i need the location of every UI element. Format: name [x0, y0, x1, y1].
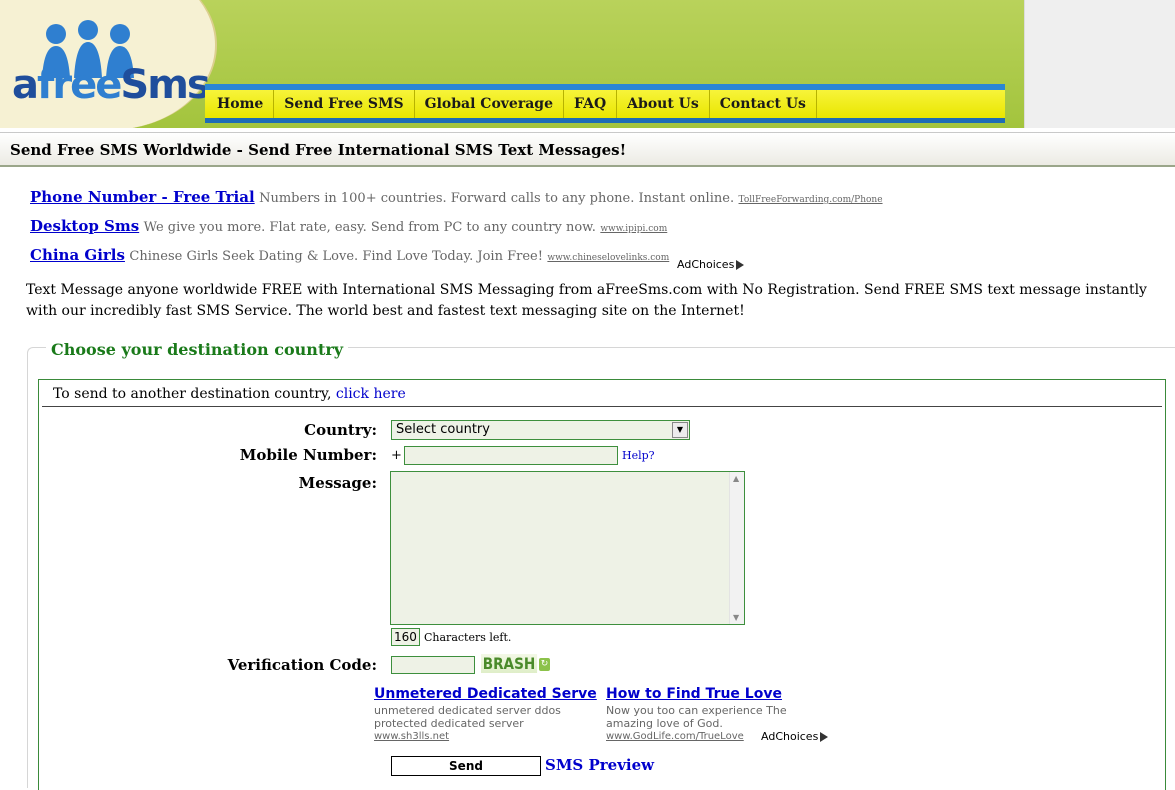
- adchoices-icon: [820, 732, 829, 742]
- country-label: Country:: [304, 421, 377, 439]
- nav-home[interactable]: Home: [205, 90, 275, 118]
- google-ad-description: unmetered dedicated server ddos protecte…: [374, 704, 561, 730]
- character-count: 160: [391, 628, 420, 646]
- ad-description: Chinese Girls Seek Dating & Love. Find L…: [129, 249, 543, 264]
- nav-send-free-sms[interactable]: Send Free SMS: [274, 90, 415, 118]
- ad-description: Numbers in 100+ countries. Forward calls…: [259, 191, 735, 206]
- help-link[interactable]: Help?: [622, 449, 655, 462]
- message-scrollbar[interactable]: ▲ ▼: [729, 472, 744, 624]
- text-ad: China Girls Chinese Girls Seek Dating & …: [30, 246, 669, 264]
- ad-title-link[interactable]: China Girls: [30, 246, 125, 264]
- nav-bottom-stripe: [205, 118, 1005, 123]
- logo-text[interactable]: afreeSms: [12, 62, 211, 108]
- ad-title-link[interactable]: Phone Number - Free Trial: [30, 188, 255, 206]
- divider: [42, 406, 1162, 407]
- refresh-captcha-icon[interactable]: ↻: [539, 658, 550, 671]
- scroll-down-icon[interactable]: ▼: [733, 613, 739, 622]
- ad-description: We give you more. Flat rate, easy. Send …: [143, 220, 596, 235]
- click-here-link[interactable]: click here: [336, 386, 406, 402]
- text-ad: Phone Number - Free Trial Numbers in 100…: [30, 188, 883, 206]
- send-button[interactable]: Send: [391, 756, 541, 776]
- header-side-panel: [1024, 0, 1175, 128]
- captcha-image: BRASH: [481, 654, 537, 673]
- dropdown-arrow-icon[interactable]: ▼: [672, 422, 688, 438]
- ad-title-link[interactable]: Desktop Sms: [30, 217, 139, 235]
- message-label: Message:: [298, 474, 377, 492]
- title-bar: Send Free SMS Worldwide - Send Free Inte…: [0, 132, 1175, 167]
- verification-code-input[interactable]: [391, 656, 475, 674]
- adchoices-label: AdChoices: [677, 258, 735, 271]
- destination-note-text: To send to another destination country,: [53, 386, 332, 402]
- google-ad-url[interactable]: www.sh3lls.net: [374, 731, 599, 742]
- intro-paragraph: Text Message anyone worldwide FREE with …: [26, 282, 1147, 319]
- verification-code-label: Verification Code:: [227, 656, 377, 674]
- text-ad: Desktop Sms We give you more. Flat rate,…: [30, 217, 667, 235]
- country-code-prefix: +: [391, 448, 402, 463]
- fieldset-legend: Choose your destination country: [46, 340, 349, 359]
- site-header: afreeSms Home Send Free SMS Global Cover…: [0, 0, 1024, 128]
- destination-note: To send to another destination country, …: [53, 386, 406, 402]
- nav-contact-us[interactable]: Contact Us: [710, 90, 817, 118]
- header-divider: [1024, 0, 1025, 128]
- ad-url-link[interactable]: www.ipipi.com: [600, 224, 667, 234]
- adchoices-link[interactable]: AdChoices: [761, 730, 829, 743]
- mobile-number-label: Mobile Number:: [239, 446, 377, 464]
- adchoices-label: AdChoices: [761, 730, 819, 743]
- adchoices-link[interactable]: AdChoices: [677, 258, 745, 271]
- google-ad: Unmetered Dedicated Serve unmetered dedi…: [374, 686, 599, 742]
- google-ad-title[interactable]: Unmetered Dedicated Serve: [374, 686, 599, 702]
- ad-url-link[interactable]: www.chineselovelinks.com: [547, 253, 669, 263]
- sms-preview-link[interactable]: SMS Preview: [545, 756, 654, 774]
- country-select[interactable]: Select country ▼: [391, 420, 690, 440]
- google-ad-description: Now you too can experience The amazing l…: [606, 704, 787, 730]
- country-select-value: Select country: [396, 422, 490, 437]
- page-title: Send Free SMS Worldwide - Send Free Inte…: [10, 141, 627, 159]
- main-navigation: Home Send Free SMS Global Coverage FAQ A…: [205, 90, 1005, 118]
- scroll-up-icon[interactable]: ▲: [733, 474, 739, 483]
- adchoices-icon: [736, 260, 745, 270]
- nav-global-coverage[interactable]: Global Coverage: [415, 90, 564, 118]
- mobile-number-input[interactable]: [404, 446, 618, 465]
- nav-about-us[interactable]: About Us: [617, 90, 710, 118]
- characters-left-label: Characters left.: [424, 631, 512, 644]
- nav-faq[interactable]: FAQ: [564, 90, 618, 118]
- ad-url-link[interactable]: TollFreeForwarding.com/Phone: [739, 195, 883, 205]
- google-ad-title[interactable]: How to Find True Love: [606, 686, 831, 702]
- message-textarea[interactable]: ▲ ▼: [390, 471, 745, 625]
